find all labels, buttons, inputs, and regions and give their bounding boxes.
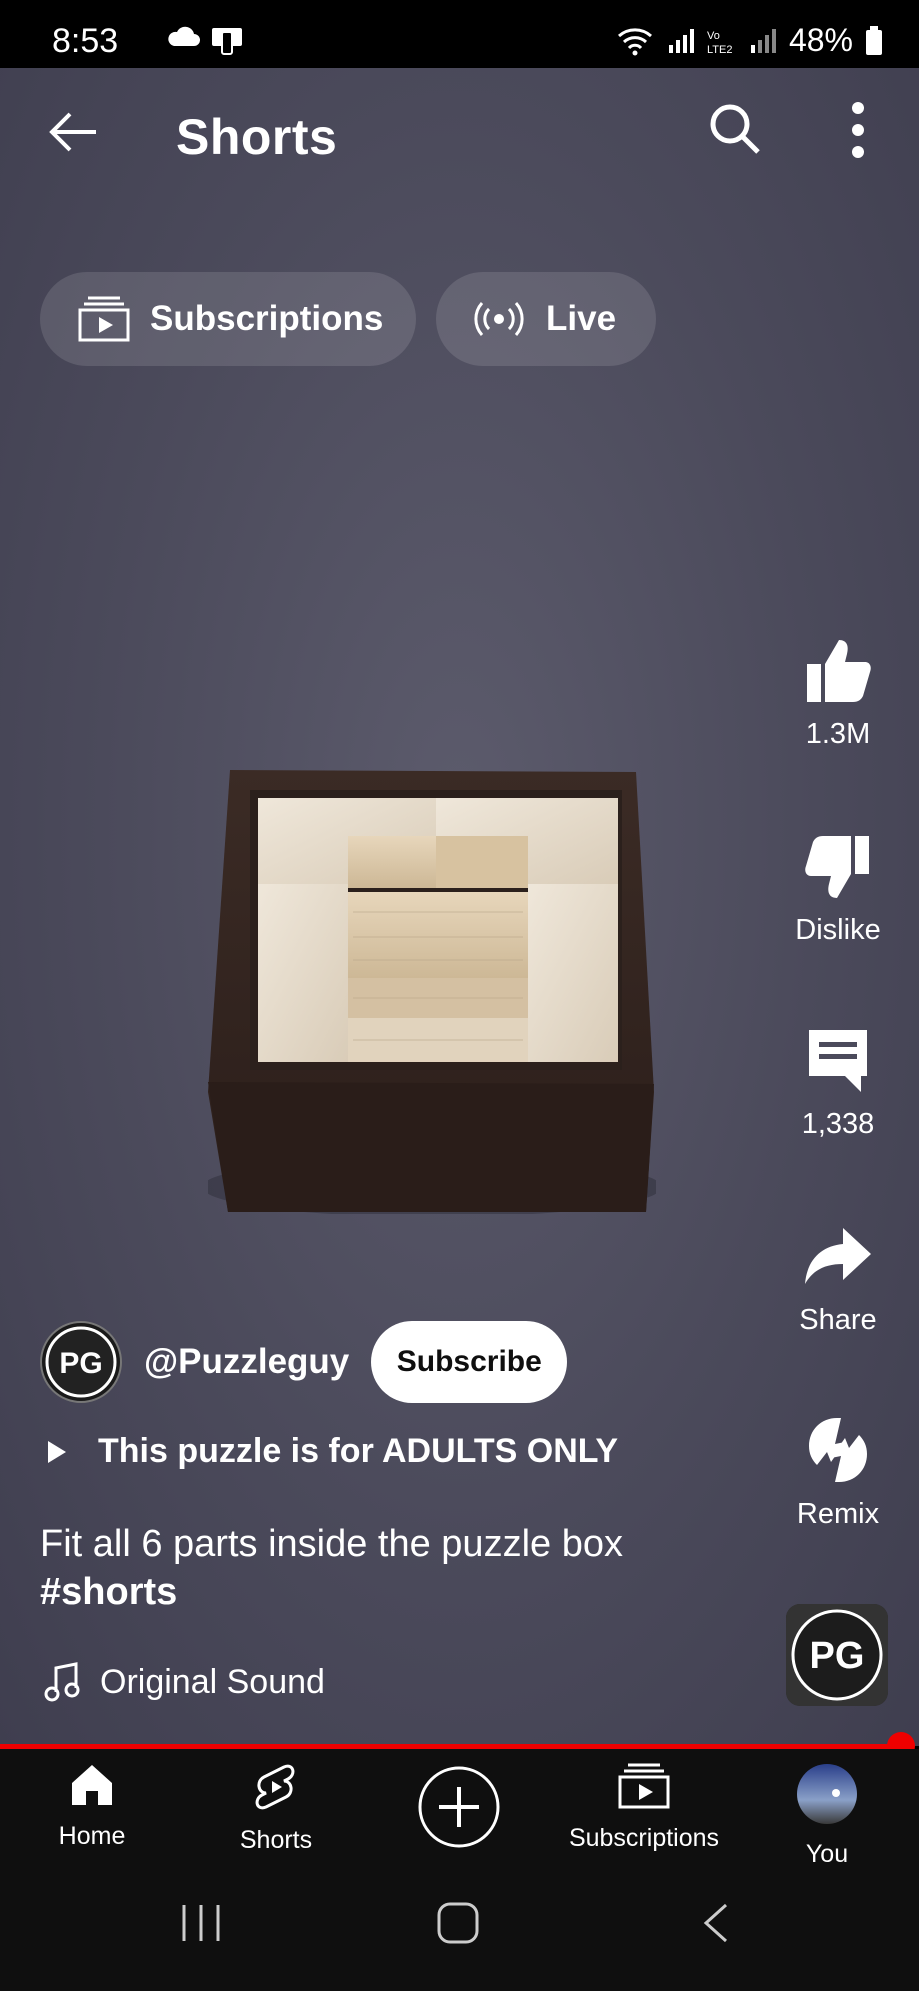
music-note-icon — [44, 1662, 80, 1702]
nav-you-label: You — [805, 1840, 849, 1868]
svg-text:LTE2: LTE2 — [707, 44, 732, 55]
remix-button[interactable]: Remix — [774, 1414, 902, 1531]
user-avatar-icon — [797, 1764, 857, 1824]
dislike-label: Dislike — [795, 914, 881, 946]
remix-label: Remix — [796, 1498, 880, 1530]
system-nav-bar — [0, 1871, 919, 1991]
subscriptions-icon — [618, 1763, 670, 1809]
channel-avatar[interactable]: PG — [40, 1321, 122, 1403]
nav-shorts-label: Shorts — [239, 1826, 313, 1854]
comment-icon — [809, 1030, 867, 1092]
description-text: Fit all 6 parts inside the puzzle box — [40, 1523, 623, 1565]
video-description[interactable]: Fit all 6 parts inside the puzzle box #s… — [40, 1520, 720, 1616]
nav-shorts[interactable]: Shorts — [228, 1763, 324, 1855]
like-button[interactable]: 1.3M — [774, 636, 902, 751]
channel-row: PG @Puzzleguy Subscribe — [40, 1320, 568, 1404]
search-icon[interactable] — [706, 100, 762, 156]
thumbs-up-icon — [807, 640, 871, 702]
sound-link[interactable]: Original Sound — [44, 1662, 325, 1702]
chip-live[interactable]: Live — [436, 272, 656, 366]
signal-icon — [668, 28, 694, 53]
share-label: Share — [799, 1304, 877, 1336]
page-title: Shorts — [176, 109, 338, 165]
channel-logo-icon: PG — [45, 1326, 117, 1398]
chip-subscriptions-label: Subscriptions — [150, 299, 384, 338]
sound-thumbnail[interactable]: PG — [786, 1604, 888, 1706]
comment-count: 1,338 — [801, 1108, 875, 1140]
nav-you[interactable]: You — [794, 1763, 860, 1869]
wifi-icon — [617, 27, 652, 55]
home-icon — [72, 1765, 112, 1805]
playlist-title: This puzzle is for ADULTS ONLY — [98, 1432, 619, 1470]
recent-apps-icon[interactable] — [180, 1901, 222, 1945]
home-button-icon[interactable] — [436, 1901, 480, 1945]
cloud-icon — [168, 26, 200, 46]
chip-subscriptions[interactable]: Subscriptions — [40, 272, 416, 366]
bottom-nav: Home Shorts Subscriptions You — [0, 1749, 919, 1871]
nav-subscriptions[interactable]: Subscriptions — [560, 1763, 728, 1853]
status-bar: 8:53 Vo LTE2 48% — [0, 0, 919, 68]
shorts-icon — [255, 1764, 295, 1810]
dislike-button[interactable]: Dislike — [774, 832, 902, 947]
nav-subscriptions-label: Subscriptions — [568, 1824, 720, 1852]
volte-icon: Vo LTE2 — [707, 30, 732, 55]
back-arrow-icon[interactable] — [44, 104, 100, 160]
svg-text:PG: PG — [810, 1635, 865, 1677]
battery-percent: 48% — [788, 22, 853, 58]
sound-label: Original Sound — [100, 1662, 325, 1701]
svg-text:PG: PG — [59, 1347, 102, 1380]
playlist-link[interactable]: This puzzle is for ADULTS ONLY — [46, 1432, 618, 1471]
like-count: 1.3M — [805, 718, 871, 750]
svg-text:Vo: Vo — [707, 30, 720, 42]
signal-2-icon — [750, 28, 776, 53]
device-icon — [212, 28, 242, 55]
remix-icon — [809, 1418, 867, 1482]
battery-icon — [866, 25, 882, 55]
subscribe-button[interactable]: Subscribe — [371, 1321, 568, 1403]
back-button-icon[interactable] — [700, 1901, 730, 1945]
share-icon — [805, 1228, 871, 1284]
puzzle-box-image — [208, 770, 656, 1214]
nav-home-label: Home — [58, 1822, 126, 1850]
live-icon — [474, 302, 524, 336]
more-options-icon[interactable] — [842, 100, 874, 160]
create-button[interactable] — [416, 1765, 502, 1856]
thumbs-down-icon — [805, 836, 869, 898]
status-time: 8:53 — [52, 22, 119, 60]
chip-live-label: Live — [546, 299, 617, 338]
channel-handle[interactable]: @Puzzleguy — [144, 1342, 349, 1382]
channel-logo-icon: PG — [786, 1604, 888, 1706]
nav-home[interactable]: Home — [46, 1763, 138, 1851]
subscriptions-icon — [78, 296, 130, 342]
play-icon — [48, 1440, 66, 1463]
comments-button[interactable]: 1,338 — [774, 1026, 902, 1141]
plus-circle-icon — [418, 1766, 500, 1848]
share-button[interactable]: Share — [774, 1222, 902, 1337]
hashtag-link[interactable]: #shorts — [40, 1568, 720, 1616]
